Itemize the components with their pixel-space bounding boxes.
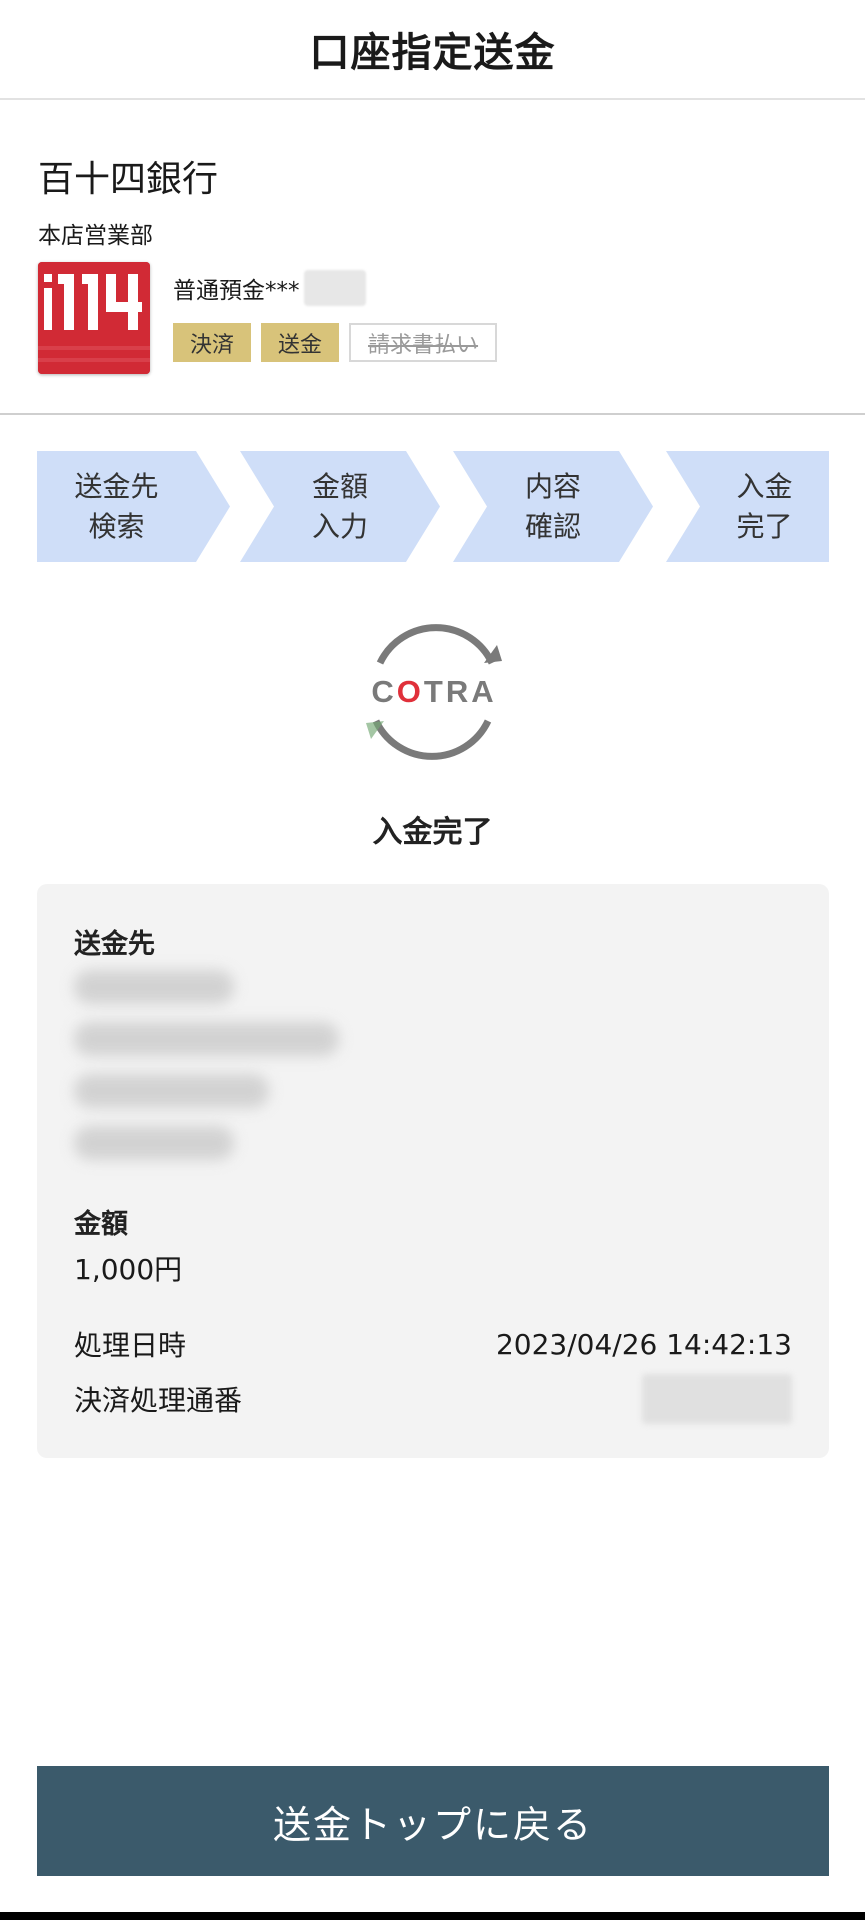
sequence-value-masked [642,1374,792,1424]
sequence-label: 決済処理通番 [74,1384,243,1417]
recipient-label: 送金先 [74,929,155,960]
page-title: 口座指定送金 [309,30,556,76]
datetime-value: 2023/04/26 14:42:13 [495,1327,792,1361]
app-header: 口座指定送金 [0,0,865,100]
account-type: 普通預金*** [173,278,300,304]
account-number-masked [303,270,366,306]
bank-info-section: 百十四銀行 本店営業部 普通預金*** 決済 送金 請求書払い [0,100,865,415]
sequence-row: 決済処理通番 [74,1374,792,1424]
amount-value: 1,000円 [74,1253,183,1286]
bank-logo-icon [38,262,150,374]
back-to-top-button[interactable]: 送金トップに戻る [37,1766,829,1876]
tag-payment: 決済 [173,323,252,362]
service-tags: 決済 送金 請求書払い [173,323,498,362]
step-complete: 入金 完了 [666,451,829,562]
svg-text:COTRA: COTRA [371,674,496,709]
progress-steps: 送金先 検索 金額 入力 内容 確認 入金 完了 [37,451,829,562]
recipient-line-blurred [74,1074,269,1108]
system-nav-bar [0,1912,865,1920]
amount-label: 金額 [74,1209,128,1240]
recipient-line-blurred [74,1022,339,1056]
recipient-line-blurred [74,970,234,1004]
tag-invoice: 請求書払い [349,323,498,362]
datetime-row: 処理日時 2023/04/26 14:42:13 [74,1324,792,1364]
tag-transfer: 送金 [261,323,340,362]
recipient-line-blurred [74,1126,234,1160]
account-info: 普通預金*** [173,270,366,306]
step-enter-amount: 金額 入力 [240,451,440,562]
branch-name: 本店営業部 [38,223,153,249]
transfer-details-card: 送金先 金額 1,000円 処理日時 2023/04/26 14:42:13 決… [37,884,829,1458]
step-search-recipient: 送金先 検索 [37,451,230,562]
step-confirm: 内容 確認 [453,451,653,562]
bank-name: 百十四銀行 [38,159,219,200]
cotra-logo-icon: COTRA [352,617,516,767]
completion-status: 入金完了 [372,815,493,850]
datetime-label: 処理日時 [74,1329,187,1362]
